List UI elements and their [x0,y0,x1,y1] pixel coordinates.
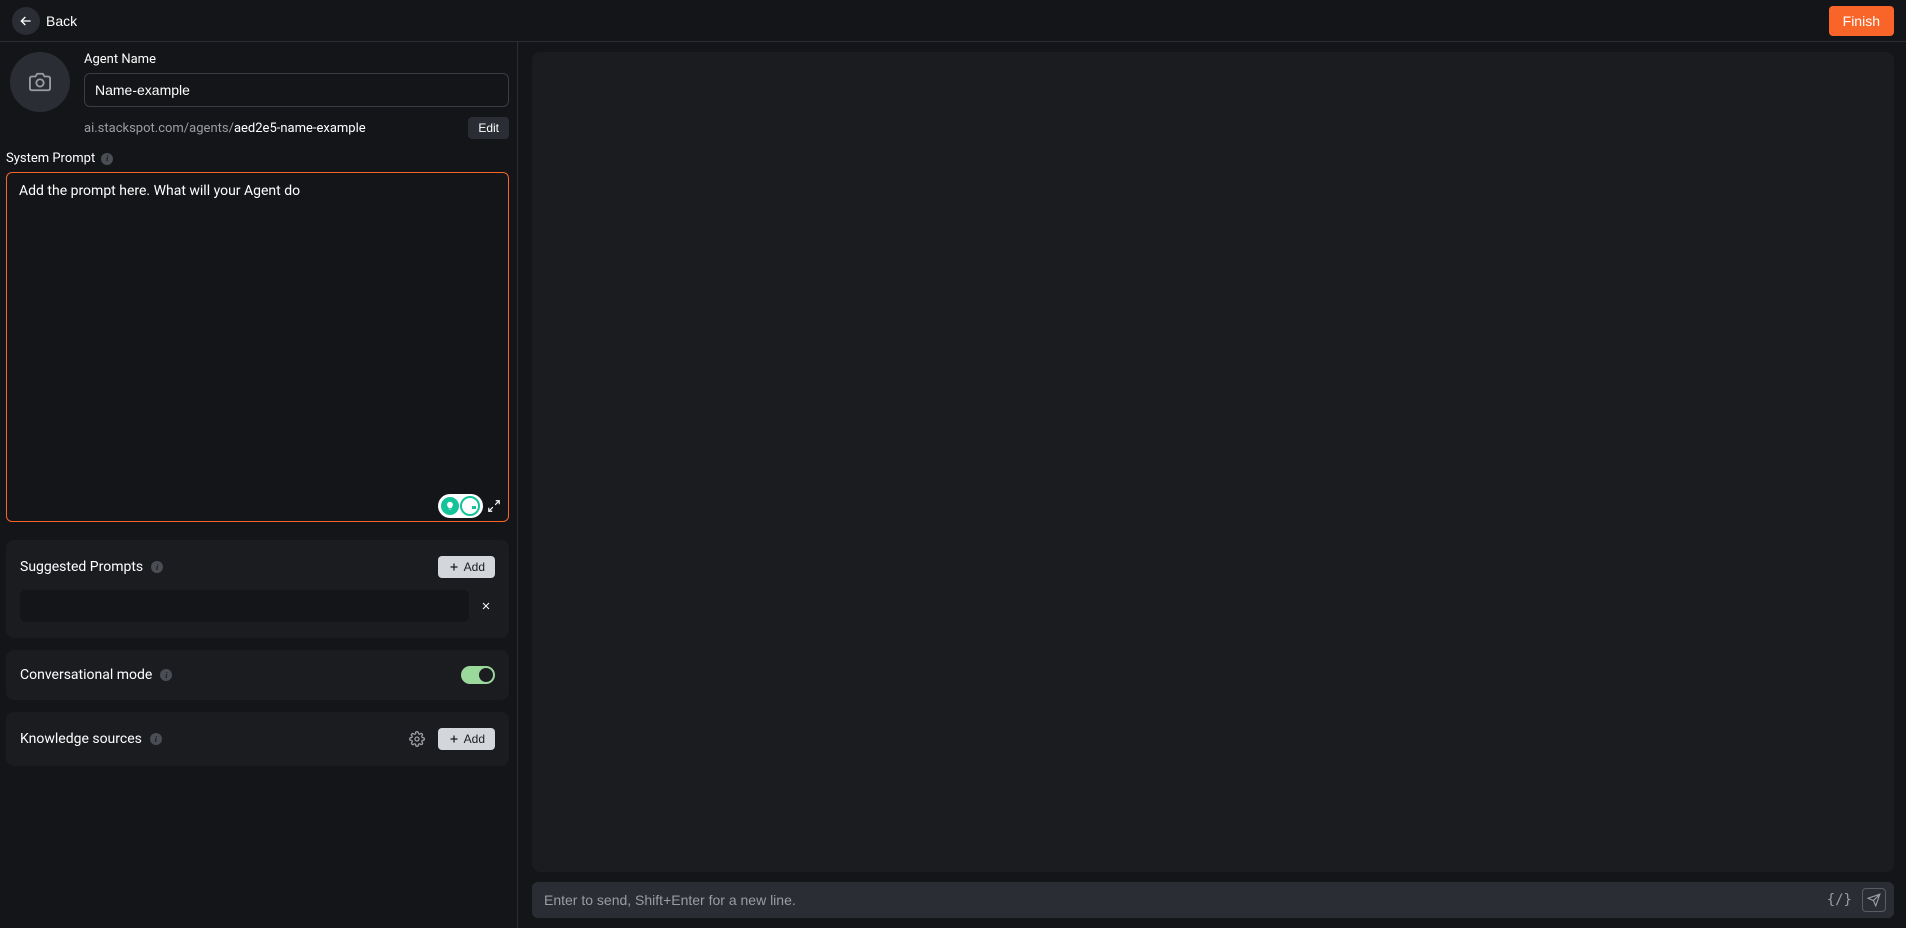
gear-icon [409,731,425,747]
system-prompt-input[interactable] [6,172,509,522]
info-icon[interactable]: i [151,561,163,573]
remove-prompt-button[interactable] [477,597,495,615]
system-prompt-wrapper [6,172,509,526]
main-container: Agent Name ai.stackspot.com/agents/aed2e… [0,42,1906,928]
agent-url-row: ai.stackspot.com/agents/aed2e5-name-exam… [84,117,509,139]
conversational-mode-header: Conversational mode i [20,666,495,684]
agent-name-input[interactable] [84,73,509,107]
agent-header-right: Agent Name ai.stackspot.com/agents/aed2e… [84,52,509,139]
send-icon [1867,893,1881,907]
suggested-prompts-card: Suggested Prompts i Add [6,540,509,638]
agent-url-slug: aed2e5-name-example [234,121,366,136]
lightbulb-icon [441,497,459,515]
suggested-prompt-row [20,590,495,622]
add-label: Add [464,560,485,574]
knowledge-settings-button[interactable] [406,728,428,750]
close-icon [480,600,492,612]
edit-url-button[interactable]: Edit [468,117,509,139]
agent-name-label: Agent Name [84,52,509,67]
insert-variable-button[interactable]: {/} [1823,888,1856,912]
conversational-mode-label: Conversational mode [20,667,152,683]
chat-input-wrap: {/} [532,882,1894,918]
chat-input[interactable] [544,892,1817,908]
chat-preview-area [532,52,1894,872]
conversational-mode-toggle[interactable] [461,666,495,684]
top-bar: Back Finish [0,0,1906,42]
suggested-prompt-input[interactable] [20,590,469,622]
agent-header: Agent Name ai.stackspot.com/agents/aed2e… [6,52,509,139]
left-panel: Agent Name ai.stackspot.com/agents/aed2e… [0,42,518,928]
camera-icon [29,71,51,93]
expand-icon[interactable] [487,499,501,513]
suggested-prompts-label: Suggested Prompts [20,559,143,575]
finish-button[interactable]: Finish [1829,6,1894,36]
back-button[interactable]: Back [12,7,77,35]
system-prompt-label-row: System Prompt i [6,151,509,166]
back-label: Back [46,13,77,29]
knowledge-sources-card: Knowledge sources i Add [6,712,509,766]
right-panel: {/} [518,42,1906,928]
suggested-prompts-header: Suggested Prompts i Add [20,556,495,578]
knowledge-actions: Add [406,728,495,750]
back-icon [12,7,40,35]
knowledge-sources-label: Knowledge sources [20,731,142,747]
info-icon[interactable]: i [101,153,113,165]
agent-url-prefix: ai.stackspot.com/agents/ [84,121,234,136]
knowledge-sources-header: Knowledge sources i Add [20,728,495,750]
avatar-upload[interactable] [10,52,70,112]
info-icon[interactable]: i [160,669,172,681]
toggle-thumb [479,668,493,682]
add-label: Add [464,732,485,746]
grammarly-widget[interactable] [438,494,483,518]
grammarly-icon [460,496,480,516]
conversational-mode-card: Conversational mode i [6,650,509,700]
info-icon[interactable]: i [150,733,162,745]
agent-url: ai.stackspot.com/agents/aed2e5-name-exam… [84,121,366,136]
add-suggested-prompt-button[interactable]: Add [438,556,495,578]
plus-icon [448,733,460,745]
prompt-corner [438,494,501,518]
plus-icon [448,561,460,573]
add-knowledge-button[interactable]: Add [438,728,495,750]
send-button[interactable] [1862,888,1886,912]
system-prompt-label: System Prompt [6,151,95,166]
